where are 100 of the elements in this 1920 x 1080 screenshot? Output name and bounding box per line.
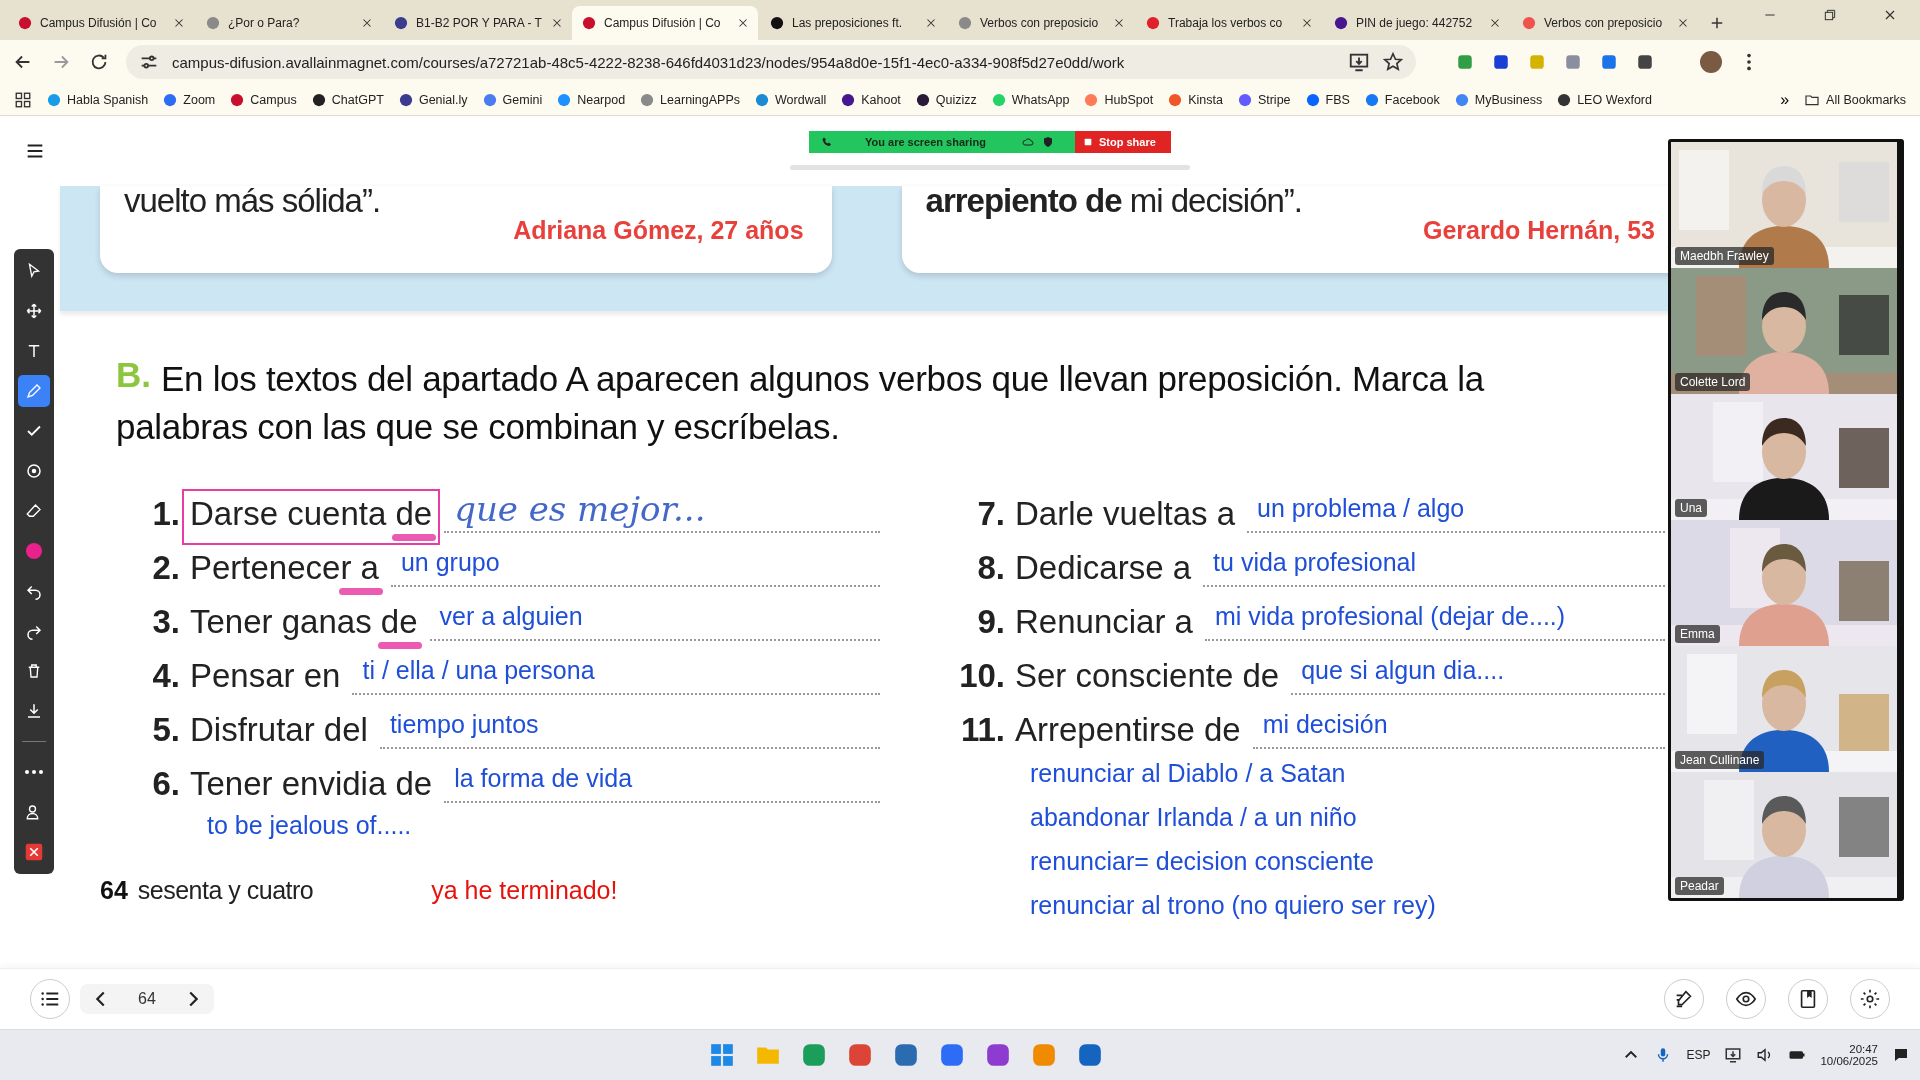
page-field[interactable]: 64 [138, 990, 156, 1008]
share-status-text: You are screen sharing [865, 136, 986, 148]
extension-icon[interactable] [1492, 53, 1510, 71]
more-bookmarks-button[interactable]: » [1780, 90, 1790, 109]
browser-tab[interactable]: Trabaja los verbos co [1136, 6, 1322, 40]
answer-text: tiempo juntos [389, 710, 539, 740]
tab-title: PIN de juego: 442752 [1356, 16, 1474, 30]
item-label: Dedicarse a [1014, 548, 1193, 588]
star-icon[interactable] [1382, 51, 1404, 73]
app-icon[interactable] [985, 1042, 1012, 1068]
browser-tab[interactable]: ¿Por o Para? [196, 6, 382, 40]
contents-button[interactable] [30, 979, 70, 1019]
participant-name: Una [1675, 499, 1707, 517]
edit-button[interactable] [1664, 979, 1704, 1019]
bookmark[interactable]: Zoom [163, 92, 216, 107]
app-icon[interactable] [847, 1042, 874, 1068]
clock-time[interactable]: 20:47 [1849, 1043, 1878, 1055]
bookmark[interactable]: Quizizz [915, 92, 977, 107]
participant-name: Colette Lord [1675, 373, 1751, 391]
bookmark[interactable]: Facebook [1364, 92, 1440, 107]
restore-icon[interactable] [1822, 7, 1838, 23]
app-icon[interactable] [893, 1042, 920, 1068]
install-icon[interactable] [1348, 51, 1370, 73]
item-label: Darle vueltas a [1014, 494, 1237, 534]
browser-tab[interactable]: Campus Difusión | Co [8, 6, 194, 40]
browser-tab[interactable]: Verbos con preposicio [948, 6, 1134, 40]
participant-name: Peadar [1675, 877, 1724, 895]
tab-title: Trabaja los verbos co [1168, 16, 1284, 30]
start-icon[interactable] [709, 1042, 736, 1068]
download-icon [25, 702, 43, 720]
item-number: 2. [151, 549, 180, 587]
bookmark-label: Nearpod [577, 92, 626, 107]
bookmark[interactable]: Habla Spanish [47, 92, 149, 107]
item-number: 10. [958, 657, 1005, 695]
app-icon[interactable] [801, 1042, 828, 1068]
monitor-icon[interactable] [1724, 1046, 1743, 1064]
bookmark[interactable]: Genial.ly [398, 92, 468, 107]
tab-title: Las preposiciones ft. [792, 16, 904, 30]
answer-text: ti / ella / una persona [362, 656, 595, 686]
item-label: Disfrutar del [189, 710, 369, 750]
quote-text: vuelto más sólida”. [124, 182, 382, 220]
apps-icon[interactable] [14, 90, 32, 109]
target-icon [25, 462, 43, 480]
clock-date[interactable]: 10/06/2025 [1820, 1055, 1878, 1067]
eraser-icon [25, 502, 43, 520]
address-bar[interactable]: campus-difusion.avallainmagnet.com/courses/a72721ab-48c5-4222-8238-646fd4031d23/nodes/954a8d0e-15f1-4ec0-a334-908f5d27e0dd/work [126, 45, 1416, 79]
bookmark[interactable]: Wordwall [755, 92, 827, 107]
tool-button[interactable] [18, 375, 50, 407]
profile-avatar[interactable] [1700, 51, 1722, 73]
item-number: 9. [976, 603, 1005, 641]
language-indicator[interactable]: ESP [1686, 1048, 1711, 1062]
bookmark-button[interactable] [1788, 979, 1828, 1019]
item-label: Pertenecer a [182, 543, 387, 599]
all-bookmarks[interactable]: All Bookmarks [1804, 91, 1906, 108]
bookmark-label: Campus [250, 92, 297, 107]
stop-icon [1083, 137, 1093, 147]
note-text: renunciar= decision consciente [1030, 847, 1375, 876]
bookmark[interactable]: Gemini [482, 92, 543, 107]
notification-icon[interactable] [1892, 1046, 1910, 1064]
browser-tab[interactable]: B1-B2 POR Y PARA - T [384, 6, 570, 40]
instruction-text: palabras con las que se combinan y escríbelas. [116, 406, 841, 448]
answer-text: un grupo [400, 548, 500, 578]
bookmark[interactable]: Stripe [1237, 92, 1291, 107]
bookmark[interactable]: LearningAPPs [640, 92, 741, 107]
eye-button[interactable] [1726, 979, 1766, 1019]
stop-share-button[interactable]: Stop share [1075, 131, 1171, 153]
bookmark-label: FBS [1325, 92, 1350, 107]
bookmark[interactable]: LEO Wexford [1557, 92, 1652, 107]
browser-tab[interactable]: Las preposiciones ft. [760, 6, 946, 40]
bookmark-label: Genial.ly [418, 92, 468, 107]
bookmark[interactable]: HubSpot [1084, 92, 1154, 107]
tab-title: ¿Por o Para? [228, 16, 301, 30]
bookmark-label: Quizizz [935, 92, 977, 107]
bookmark[interactable]: Campus [230, 92, 297, 107]
quote-author: Gerardo Hernán, 53 [1422, 216, 1655, 245]
bookmark[interactable]: Kahoot [841, 92, 901, 107]
bookmark[interactable]: FBS [1305, 92, 1350, 107]
tab-title: B1-B2 POR Y PARA - T [416, 16, 542, 30]
item-number: 5. [151, 711, 180, 749]
highlight-mark [392, 534, 437, 541]
item-number: 11. [959, 711, 1005, 749]
app-icon[interactable] [1077, 1042, 1104, 1068]
bookmark[interactable]: MyBusiness [1454, 92, 1543, 107]
note-text: renunciar al Diablo / a Satan [1030, 759, 1347, 788]
browser-tab[interactable]: Verbos con preposicio [1512, 6, 1698, 40]
settings-button[interactable] [1850, 979, 1890, 1019]
browser-tab[interactable]: PIN de juego: 442752 [1324, 6, 1510, 40]
bookmark[interactable]: WhatsApp [991, 92, 1070, 107]
bookmark-label: Habla Spanish [67, 92, 149, 107]
app-icon[interactable] [939, 1042, 966, 1068]
extension-icon[interactable] [1600, 53, 1618, 71]
extension-icon[interactable] [1636, 53, 1654, 71]
browser-tab[interactable]: Campus Difusión | Co [572, 6, 758, 40]
bookmark[interactable]: Kinsta [1168, 92, 1223, 107]
bookmark-label: Stripe [1257, 92, 1291, 107]
item-label: Ser consciente de [1014, 656, 1281, 696]
note-text: renunciar al trono (no quiero ser rey) [1030, 891, 1437, 920]
bookmark[interactable]: ChatGPT [311, 92, 384, 107]
bookmark[interactable]: Nearpod [557, 92, 626, 107]
answer-text: la forma de vida [454, 764, 633, 794]
